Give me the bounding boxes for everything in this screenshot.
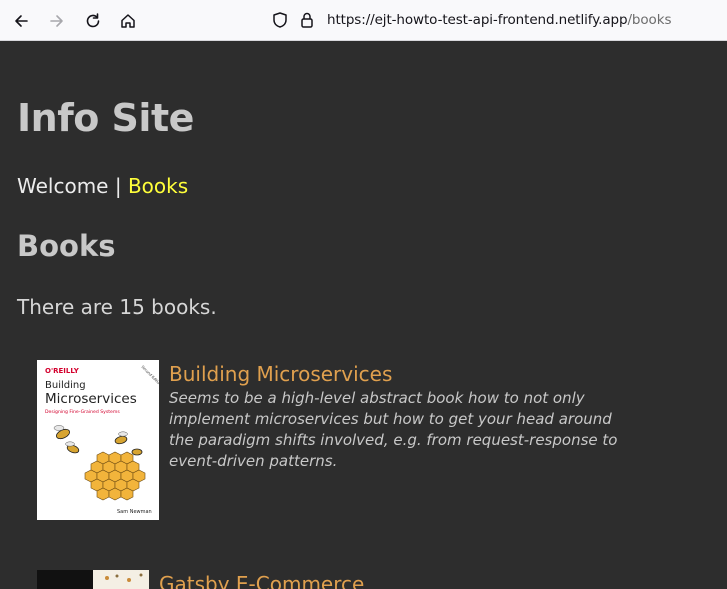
book-item: O'REILLY Building Microservices Designin…: [37, 360, 687, 530]
cover-publisher: O'REILLY: [45, 367, 80, 375]
book-cover-image[interactable]: [37, 570, 149, 589]
book-cover-art: O'REILLY Building Microservices Designin…: [37, 360, 159, 520]
back-button[interactable]: [8, 8, 34, 34]
site-title: Info Site: [17, 96, 194, 140]
page-content: Info Site Welcome | Books Books There ar…: [0, 41, 727, 589]
home-button[interactable]: [115, 8, 141, 34]
book-item: Gatsby E-Commerce: [37, 570, 687, 589]
site-nav: Welcome | Books: [17, 174, 188, 198]
book-title-link[interactable]: Building Microservices: [169, 362, 392, 386]
books-heading: Books: [17, 229, 116, 263]
forward-button[interactable]: [44, 8, 70, 34]
nav-separator: |: [114, 174, 122, 198]
url-host: https://ejt-howto-test-api-frontend.netl…: [327, 12, 628, 28]
shield-icon[interactable]: [271, 11, 289, 29]
reload-icon: [86, 13, 100, 28]
reload-button[interactable]: [80, 8, 106, 34]
cover-author: Sam Newman: [117, 509, 152, 515]
nav-link-books[interactable]: Books: [128, 174, 188, 198]
book-cover-art: [37, 570, 149, 589]
nav-welcome: Welcome: [17, 174, 109, 198]
url-path: /books: [627, 12, 672, 28]
home-icon: [121, 14, 135, 28]
forward-arrow-icon: [50, 15, 63, 27]
book-title-link[interactable]: Gatsby E-Commerce: [159, 572, 364, 589]
lock-icon[interactable]: [298, 11, 316, 29]
cover-subtitle: Designing Fine-Grained Systems: [45, 409, 120, 415]
book-cover-image[interactable]: O'REILLY Building Microservices Designin…: [37, 360, 159, 520]
book-description: Seems to be a high-level abstract book h…: [169, 389, 618, 470]
address-bar[interactable]: https://ejt-howto-test-api-frontend.netl…: [327, 12, 671, 28]
cover-title-line2: Microservices: [45, 391, 137, 407]
back-arrow-icon: [15, 15, 28, 27]
cover-title-line1: Building: [45, 380, 86, 391]
browser-toolbar: https://ejt-howto-test-api-frontend.netl…: [0, 0, 727, 41]
book-count: There are 15 books.: [17, 295, 217, 319]
